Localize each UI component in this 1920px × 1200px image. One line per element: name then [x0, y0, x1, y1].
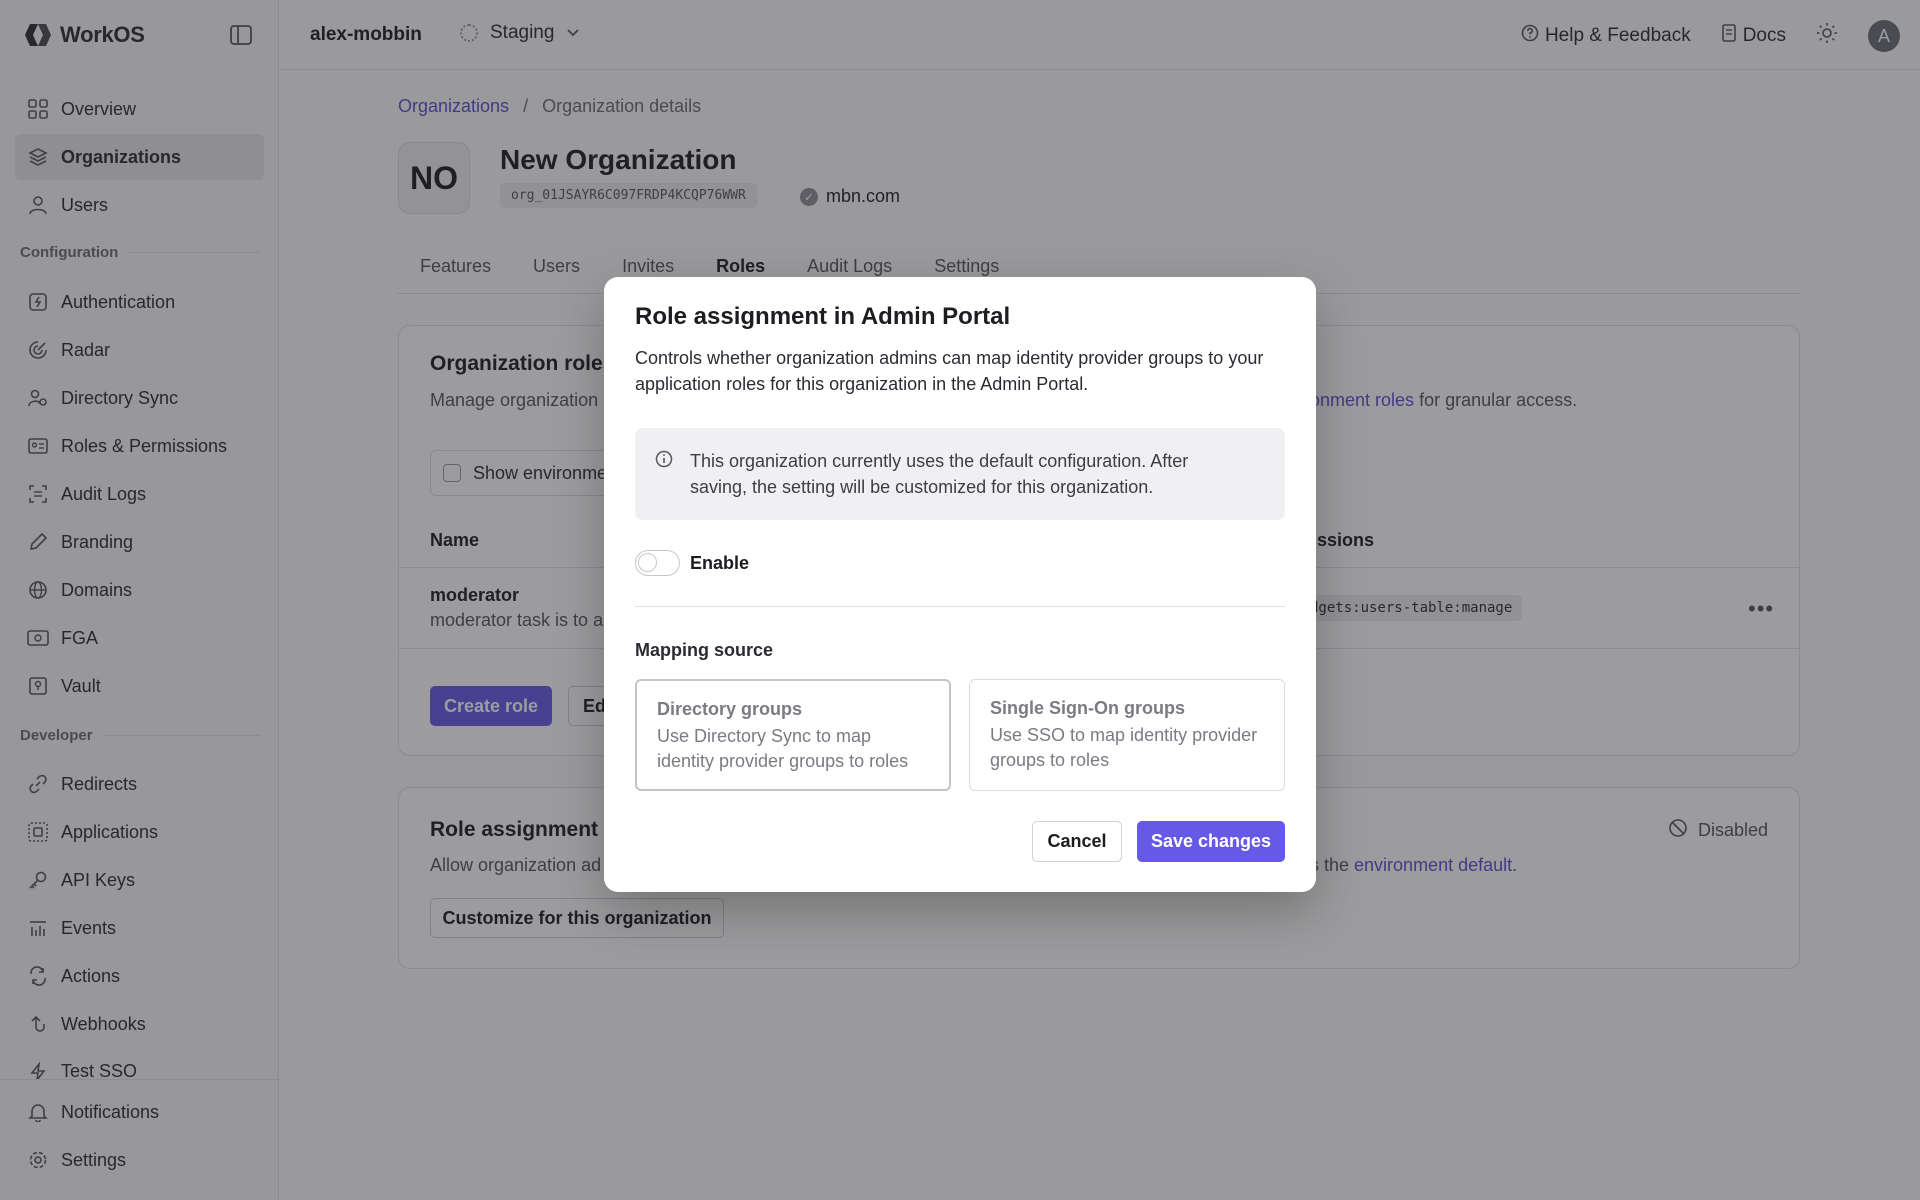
- modal-divider: [635, 606, 1285, 607]
- option-title: Single Sign-On groups: [990, 698, 1185, 718]
- info-icon: [655, 450, 673, 473]
- save-changes-button[interactable]: Save changes: [1137, 821, 1285, 862]
- role-assignment-modal: Role assignment in Admin Portal Controls…: [604, 277, 1316, 892]
- option-description: Use Directory Sync to map identity provi…: [657, 726, 909, 771]
- option-title: Directory groups: [657, 699, 803, 719]
- option-sso-groups[interactable]: Single Sign-On groups Use SSO to map ide…: [969, 679, 1285, 791]
- modal-description: Controls whether organization admins can…: [635, 348, 1264, 394]
- modal-title: Role assignment in Admin Portal: [635, 303, 1011, 330]
- option-directory-groups[interactable]: Directory groups Use Directory Sync to m…: [635, 679, 951, 791]
- info-text: This organization currently uses the def…: [690, 451, 1189, 497]
- enable-toggle[interactable]: [635, 550, 680, 576]
- mapping-source-label: Mapping source: [635, 640, 774, 660]
- cancel-button[interactable]: Cancel: [1032, 821, 1122, 862]
- option-description: Use SSO to map identity provider groups …: [990, 725, 1258, 770]
- toggle-knob: [638, 553, 657, 572]
- info-callout: This organization currently uses the def…: [635, 428, 1285, 520]
- enable-toggle-label: Enable: [690, 553, 750, 573]
